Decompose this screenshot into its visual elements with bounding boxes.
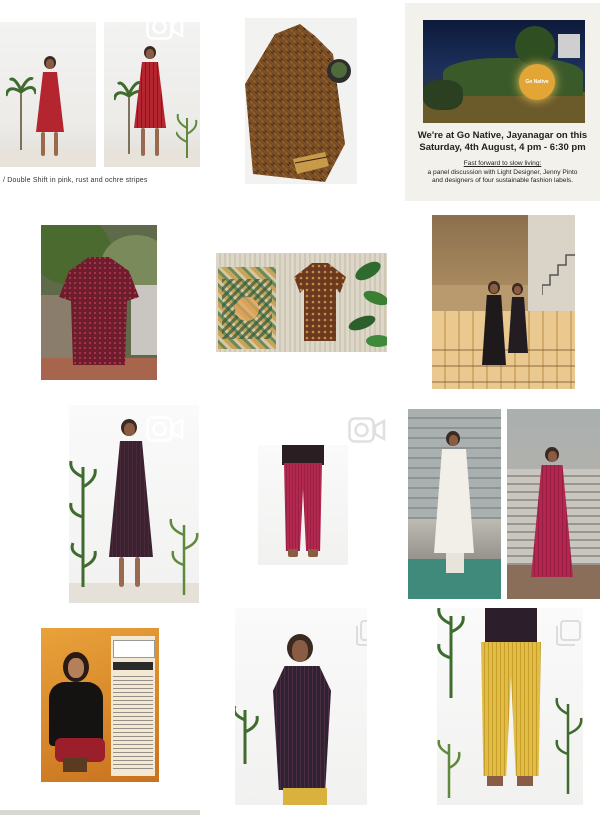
maroon-dress bbox=[59, 257, 139, 365]
post-maroon-dress-garden[interactable] bbox=[41, 225, 157, 380]
red-dress bbox=[36, 72, 64, 132]
multiple-posts-icon bbox=[356, 620, 367, 646]
staircase bbox=[542, 254, 575, 295]
video-camera-icon bbox=[146, 22, 184, 40]
post-magenta-trousers[interactable] bbox=[258, 445, 348, 565]
plant-illustration bbox=[6, 77, 36, 150]
plant-illustration bbox=[555, 697, 583, 794]
striped-red-dress bbox=[134, 62, 166, 128]
event-subline1: a panel discussion with Light Designer, … bbox=[427, 168, 578, 176]
ochre-skirt bbox=[283, 788, 327, 805]
post-shirt-fabric-wall[interactable] bbox=[216, 253, 387, 352]
event-title-line2: Saturday, 4th August, 4 pm - 6:30 pm bbox=[419, 142, 586, 153]
post-block-print-shirt[interactable] bbox=[245, 18, 357, 184]
go-native-sign: Go Native bbox=[519, 64, 555, 100]
plum-top bbox=[273, 666, 331, 790]
block-print-shirt bbox=[245, 24, 345, 182]
event-venue-photo: Go Native bbox=[423, 20, 585, 123]
plant-illustration bbox=[235, 706, 259, 764]
photo-panel-right bbox=[104, 22, 200, 167]
black-dress bbox=[508, 297, 528, 353]
post-caption: / Double Shift in pink, rust and ochre s… bbox=[3, 177, 148, 184]
photo-panel-right bbox=[507, 409, 600, 599]
multiple-posts-icon bbox=[556, 620, 581, 646]
dark-top bbox=[485, 608, 537, 644]
event-description: We're at Go Native, Jayanagar on this Sa… bbox=[409, 130, 596, 186]
video-camera-icon bbox=[348, 417, 386, 443]
potted-plant bbox=[327, 59, 351, 83]
post-double-shift-red-dress[interactable]: / Double Shift in pink, rust and ochre s… bbox=[0, 22, 200, 192]
photo-panel-left bbox=[408, 409, 501, 599]
post-magazine-feature[interactable] bbox=[41, 628, 159, 782]
plant-illustration bbox=[69, 460, 97, 587]
plant-illustration bbox=[169, 518, 199, 595]
event-subheading: Fast forward to slow living: bbox=[463, 160, 542, 167]
plant-illustration bbox=[437, 608, 465, 698]
post-go-native-event[interactable]: Go Native We're at Go Native, Jayanagar … bbox=[405, 3, 600, 201]
photo-panel-left bbox=[0, 22, 96, 167]
plant-leaves bbox=[348, 261, 387, 347]
post-white-and-magenta-dresses[interactable] bbox=[408, 409, 600, 599]
printed-shirt bbox=[294, 263, 346, 341]
black-jacket bbox=[49, 682, 103, 746]
dark-top bbox=[282, 445, 324, 465]
plant-illustration bbox=[437, 739, 461, 798]
post-auditorium-models[interactable] bbox=[432, 215, 575, 389]
event-subline2: and designers of four sustainable fashio… bbox=[431, 177, 574, 184]
post-plum-dress[interactable] bbox=[69, 405, 199, 603]
black-dress bbox=[482, 295, 506, 365]
post-plum-top[interactable] bbox=[235, 608, 367, 805]
post-partial-row[interactable] bbox=[0, 810, 200, 815]
event-title-line1: We're at Go Native, Jayanagar on this bbox=[417, 130, 588, 141]
video-camera-icon bbox=[146, 416, 184, 442]
plant-illustration bbox=[176, 113, 198, 158]
post-ochre-trousers[interactable] bbox=[437, 608, 583, 805]
